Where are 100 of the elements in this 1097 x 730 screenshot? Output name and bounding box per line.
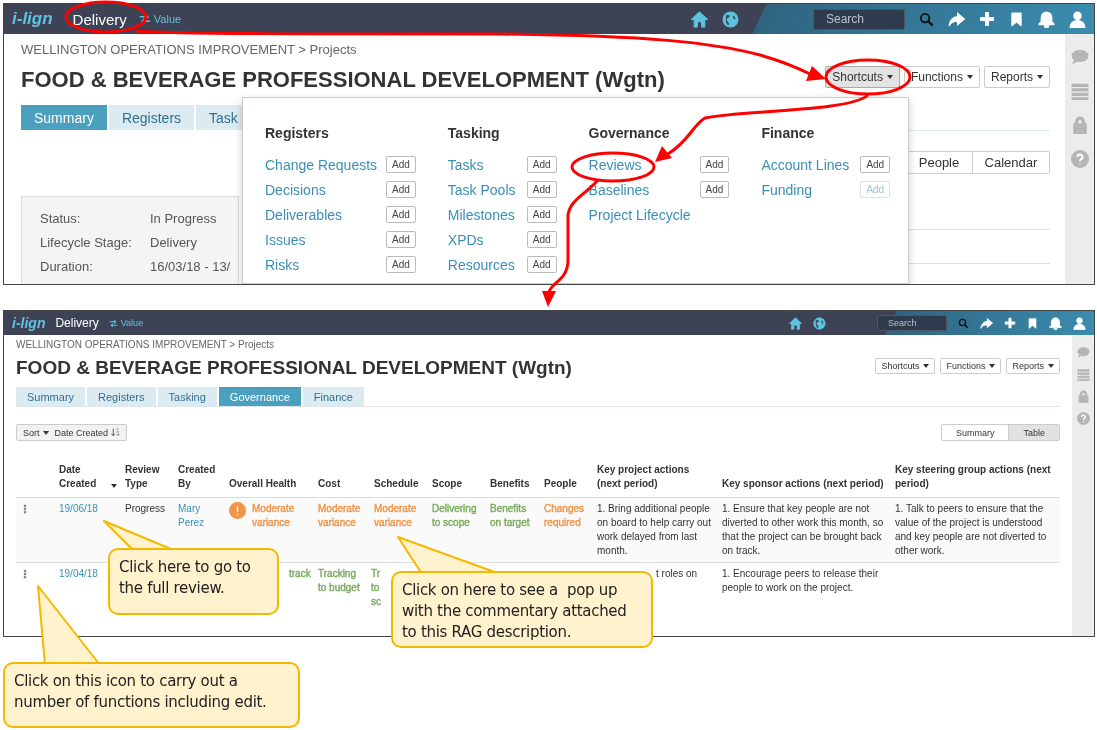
- search-icon[interactable]: [919, 11, 934, 27]
- field-value: In Progress: [150, 211, 218, 227]
- sort-order-icon: [111, 428, 121, 437]
- add-button[interactable]: Add: [699, 156, 730, 173]
- globe-icon[interactable]: [722, 10, 739, 28]
- column-header[interactable]: Benefits: [486, 477, 540, 497]
- swap-icon: [138, 13, 151, 25]
- dropdown-button[interactable]: Shortcuts: [825, 66, 900, 88]
- plus-icon[interactable]: [979, 11, 995, 27]
- column-header[interactable]: People: [540, 477, 593, 497]
- globe-icon[interactable]: [813, 316, 826, 330]
- menu-link[interactable]: Risks: [265, 256, 386, 273]
- search-field[interactable]: Search: [813, 8, 905, 30]
- column-header[interactable]: Scope: [428, 477, 486, 497]
- status-text: Tr to sc: [371, 567, 382, 609]
- share-icon[interactable]: [980, 316, 993, 330]
- bookmark-icon[interactable]: [1009, 11, 1024, 27]
- add-button[interactable]: Add: [526, 156, 557, 173]
- add-button[interactable]: Add: [386, 206, 416, 223]
- menu-link[interactable]: XPDs: [447, 231, 527, 248]
- search-field[interactable]: Search: [877, 315, 947, 331]
- dropdown-button[interactable]: Reports: [983, 66, 1050, 88]
- tab[interactable]: Task: [196, 105, 242, 130]
- breadcrumb: WELLINGTON OPERATIONS IMPROVEMENT > Projects: [16, 339, 276, 350]
- tab[interactable]: Registers: [108, 105, 195, 130]
- bell-icon[interactable]: [1049, 316, 1062, 330]
- menu-link[interactable]: Resources: [447, 256, 527, 273]
- module-link[interactable]: Delivery: [55, 316, 99, 330]
- add-button[interactable]: Add: [526, 231, 557, 248]
- table-cell: 1. Bring additional people on board to help carry out work delayed from last month.: [597, 503, 711, 556]
- tab[interactable]: Finance: [302, 387, 364, 406]
- table-link[interactable]: 19/04/18: [59, 567, 98, 581]
- bookmark-icon[interactable]: [1027, 317, 1038, 329]
- menu-link[interactable]: Project Lifecycle: [588, 206, 700, 223]
- caret-icon: [966, 75, 973, 79]
- dropdown-button[interactable]: Functions: [903, 66, 980, 88]
- column-header[interactable]: Schedule: [370, 477, 428, 497]
- tab[interactable]: Summary: [16, 387, 86, 406]
- add-button[interactable]: Add: [386, 231, 416, 248]
- menu-link[interactable]: Change Requests: [265, 156, 386, 173]
- field-label: Lifecycle Stage:: [40, 235, 133, 251]
- column-header[interactable]: Date Created: [55, 463, 121, 497]
- home-icon[interactable]: [691, 10, 708, 28]
- dropdown-button[interactable]: Functions: [940, 357, 1002, 374]
- sort-field-button[interactable]: Date Created: [54, 427, 121, 438]
- more-icon[interactable]: [20, 502, 30, 516]
- home-icon[interactable]: [789, 316, 802, 330]
- status-text: Delivering to scope: [432, 503, 477, 528]
- sort-button[interactable]: Sort: [23, 427, 49, 438]
- add-button[interactable]: Add: [526, 181, 557, 198]
- view-toggle-button[interactable]: Calendar: [972, 152, 1049, 173]
- dropdown-button[interactable]: Reports: [1006, 357, 1060, 374]
- tab[interactable]: Tasking: [157, 387, 217, 406]
- column-header[interactable]: Key sponsor actions (next period): [718, 477, 891, 497]
- menu-link[interactable]: Task Pools: [447, 181, 527, 198]
- plus-icon[interactable]: [1004, 317, 1016, 329]
- status-text: Benefits on target: [490, 503, 530, 528]
- column-header[interactable]: Review Type: [121, 463, 174, 497]
- dropdown-button[interactable]: Shortcuts: [875, 357, 936, 374]
- share-icon[interactable]: [948, 10, 965, 28]
- column-header[interactable]: Key project actions (next period): [593, 463, 718, 497]
- column-header[interactable]: Overall Health: [225, 477, 314, 497]
- menu-link[interactable]: Baselines: [588, 181, 700, 198]
- caret-icon: [42, 430, 49, 435]
- tab[interactable]: Registers: [87, 387, 156, 406]
- switch-link[interactable]: Value: [138, 13, 182, 25]
- menu-link[interactable]: Deliverables: [265, 206, 386, 223]
- column-header[interactable]: Created By: [174, 463, 225, 497]
- add-button[interactable]: Add: [526, 256, 557, 273]
- add-button[interactable]: Add: [386, 156, 416, 173]
- table-cell: t roles on: [656, 568, 698, 579]
- search-icon[interactable]: [958, 317, 969, 329]
- caret-icon: [989, 363, 996, 368]
- more-icon[interactable]: [20, 567, 30, 581]
- menu-link[interactable]: Tasks: [447, 156, 527, 173]
- caret-icon: [1037, 75, 1043, 79]
- add-button[interactable]: Add: [386, 181, 416, 198]
- menu-link[interactable]: Milestones: [447, 206, 527, 223]
- table-cell: 1. Ensure that key people are not diverted to other work this month, so that the project can be brought back on track.: [722, 503, 884, 556]
- user-icon[interactable]: [1073, 316, 1086, 330]
- column-header[interactable]: Cost: [314, 477, 370, 497]
- menu-heading: Finance: [761, 125, 816, 141]
- add-button[interactable]: Add: [699, 181, 730, 198]
- add-button[interactable]: Add: [386, 256, 416, 273]
- page-title: FOOD & BEVERAGE PROFESSIONAL DEVELOPMENT (Wgtn): [16, 357, 572, 379]
- switch-link[interactable]: Value: [108, 318, 144, 328]
- menu-link[interactable]: Reviews: [588, 156, 700, 173]
- menu-link[interactable]: Decisions: [265, 181, 386, 198]
- table-link[interactable]: 19/06/18: [59, 502, 98, 516]
- column-header[interactable]: Key steering group actions (next period): [891, 463, 1060, 497]
- add-button[interactable]: Add: [860, 156, 891, 173]
- menu-link[interactable]: Account Lines: [761, 156, 861, 173]
- user-icon[interactable]: [1069, 10, 1086, 28]
- breadcrumb: WELLINGTON OPERATIONS IMPROVEMENT > Projects: [21, 42, 358, 57]
- field-value: Delivery: [150, 235, 198, 251]
- view-toggle-button[interactable]: Table: [1008, 425, 1059, 440]
- menu-link[interactable]: Issues: [265, 231, 386, 248]
- add-button[interactable]: Add: [526, 206, 557, 223]
- module-link[interactable]: Delivery: [72, 10, 127, 28]
- bell-icon[interactable]: [1038, 10, 1055, 28]
